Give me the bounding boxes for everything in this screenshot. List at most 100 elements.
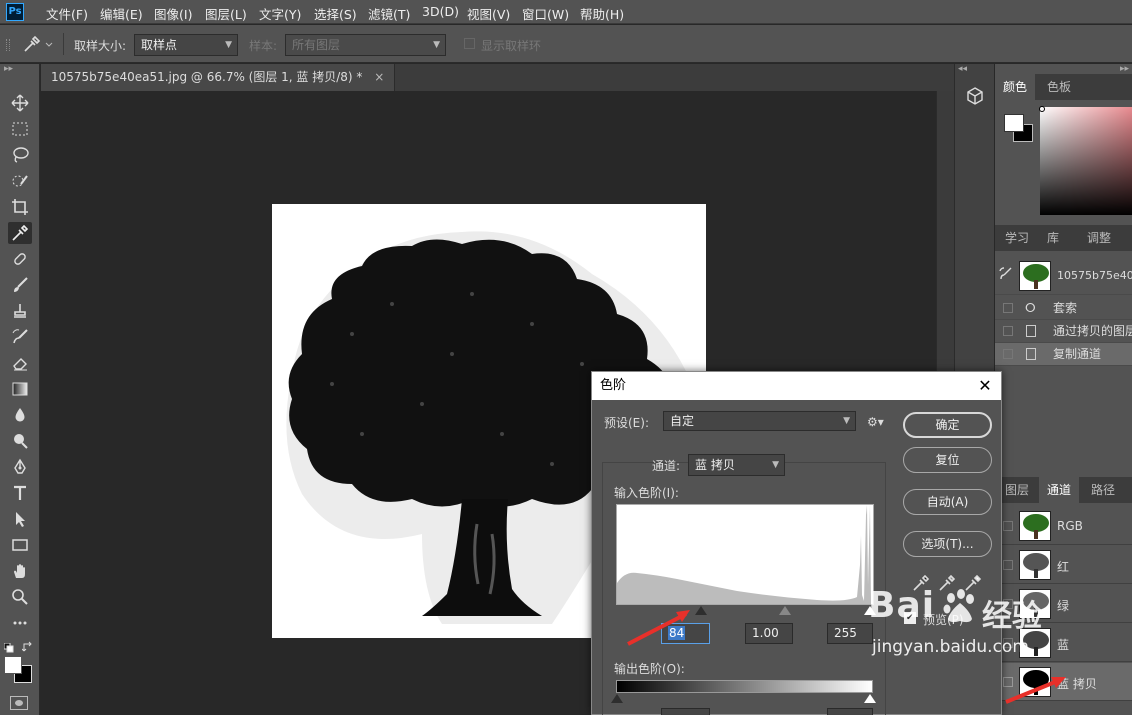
pen-tool-icon[interactable] bbox=[8, 456, 32, 478]
path-selection-tool-icon[interactable] bbox=[8, 508, 32, 530]
gear-icon[interactable]: ⚙▾ bbox=[867, 415, 885, 429]
type-tool-icon[interactable] bbox=[8, 482, 32, 504]
history-item[interactable]: ⵔ 套索 bbox=[995, 297, 1132, 320]
visibility-checkbox[interactable] bbox=[1003, 560, 1013, 570]
menu-select[interactable]: 选择(S) bbox=[314, 4, 357, 23]
visibility-checkbox[interactable] bbox=[1003, 599, 1013, 609]
zoom-tool-icon[interactable] bbox=[8, 586, 32, 608]
output-black-field[interactable] bbox=[661, 708, 710, 715]
menu-filter[interactable]: 滤镜(T) bbox=[368, 4, 410, 23]
document-tab[interactable]: 10575b75e40ea51.jpg @ 66.7% (图层 1, 蓝 拷贝/… bbox=[41, 64, 396, 91]
tab-libraries[interactable]: 库 bbox=[1039, 225, 1067, 251]
menu-type[interactable]: 文字(Y) bbox=[259, 4, 301, 23]
quick-mask-icon[interactable] bbox=[10, 696, 28, 710]
tool-preset-eyedropper-icon[interactable] bbox=[22, 34, 56, 54]
3d-cube-icon[interactable] bbox=[965, 86, 985, 106]
output-gradient-bar bbox=[616, 680, 873, 693]
options-button[interactable]: 选项(T)... bbox=[903, 531, 992, 557]
gamma-slider[interactable] bbox=[779, 606, 791, 615]
tab-color[interactable]: 颜色 bbox=[995, 74, 1036, 100]
channel-row-blue[interactable]: 蓝 bbox=[995, 624, 1132, 662]
menu-view[interactable]: 视图(V) bbox=[467, 4, 510, 23]
lasso-tool-icon[interactable] bbox=[8, 144, 32, 166]
menu-image[interactable]: 图像(I) bbox=[154, 4, 192, 23]
collapse-icon[interactable]: ◂◂ bbox=[958, 64, 967, 74]
tab-paths[interactable]: 路径 bbox=[1083, 477, 1123, 503]
color-picker-field[interactable] bbox=[1040, 107, 1132, 215]
healing-brush-tool-icon[interactable] bbox=[8, 248, 32, 270]
sample-select[interactable]: 所有图层 ▼ bbox=[285, 34, 446, 56]
eyedropper-tool-icon[interactable] bbox=[8, 222, 32, 244]
menu-3d[interactable]: 3D(D) bbox=[422, 4, 459, 19]
hand-tool-icon[interactable] bbox=[8, 560, 32, 582]
clone-stamp-tool-icon[interactable] bbox=[8, 300, 32, 322]
tab-layers[interactable]: 图层 bbox=[997, 477, 1037, 503]
black-eyedropper-icon[interactable] bbox=[912, 574, 930, 592]
collapse-icon[interactable]: ▸▸ bbox=[4, 64, 13, 74]
reset-button[interactable]: 复位 bbox=[903, 447, 992, 473]
input-white-field[interactable]: 255 bbox=[827, 623, 873, 644]
chevron-down-icon: ▼ bbox=[433, 40, 440, 50]
close-icon[interactable]: ✕ bbox=[975, 376, 995, 396]
tab-learn[interactable]: 学习 bbox=[997, 225, 1037, 251]
dodge-tool-icon[interactable] bbox=[8, 430, 32, 452]
white-eyedropper-icon[interactable] bbox=[964, 574, 982, 592]
auto-button[interactable]: 自动(A) bbox=[903, 489, 992, 515]
dialog-title: 色阶 bbox=[600, 378, 627, 393]
levels-dialog: 色阶 ✕ 预设(E): 自定 ▼ ⚙▾ 通道: 蓝 拷贝 ▼ 输入色阶(I): 84… bbox=[591, 371, 1002, 715]
blur-tool-icon[interactable] bbox=[8, 404, 32, 426]
swap-colors-icon[interactable] bbox=[21, 641, 34, 653]
snapshot-thumbnail bbox=[1019, 261, 1051, 291]
marquee-tool-icon[interactable] bbox=[8, 118, 32, 140]
visibility-checkbox[interactable] bbox=[1003, 638, 1013, 648]
channel-row-green[interactable]: 绿 bbox=[995, 585, 1132, 623]
ok-button[interactable]: 确定 bbox=[903, 412, 992, 438]
document-icon bbox=[1026, 348, 1036, 360]
history-checkbox[interactable] bbox=[1003, 349, 1013, 359]
show-ring-checkbox[interactable] bbox=[464, 38, 475, 49]
menu-window[interactable]: 窗口(W) bbox=[522, 4, 569, 23]
tab-swatches[interactable]: 色板 bbox=[1039, 74, 1079, 100]
default-colors-icon[interactable] bbox=[3, 642, 14, 653]
move-tool-icon[interactable] bbox=[8, 92, 32, 114]
collapse-icon[interactable]: ▸▸ bbox=[1120, 64, 1129, 74]
gradient-tool-icon[interactable] bbox=[8, 378, 32, 400]
quick-selection-tool-icon[interactable] bbox=[8, 170, 32, 192]
white-point-slider[interactable] bbox=[864, 606, 876, 615]
history-item-label: 套索 bbox=[1053, 301, 1078, 315]
history-snapshot[interactable]: 10575b75e40e bbox=[995, 257, 1132, 295]
input-gamma-field[interactable]: 1.00 bbox=[745, 623, 793, 644]
eraser-tool-icon[interactable] bbox=[8, 352, 32, 374]
gray-eyedropper-icon[interactable] bbox=[938, 574, 956, 592]
output-white-field[interactable] bbox=[827, 708, 873, 715]
close-tab-icon[interactable]: × bbox=[374, 70, 384, 84]
tab-adjustments[interactable]: 调整 bbox=[1079, 225, 1119, 251]
crop-tool-icon[interactable] bbox=[8, 196, 32, 218]
preset-select[interactable]: 自定 ▼ bbox=[663, 411, 856, 431]
brush-tool-icon[interactable] bbox=[8, 274, 32, 296]
output-white-slider[interactable] bbox=[864, 694, 876, 703]
channel-name: 绿 bbox=[1057, 599, 1070, 613]
output-black-slider[interactable] bbox=[611, 694, 623, 703]
rectangle-tool-icon[interactable] bbox=[8, 534, 32, 556]
preview-checkbox[interactable]: ✔ bbox=[904, 612, 916, 624]
menu-edit[interactable]: 编辑(E) bbox=[100, 4, 143, 23]
history-checkbox[interactable] bbox=[1003, 326, 1013, 336]
visibility-checkbox[interactable] bbox=[1003, 521, 1013, 531]
channel-select[interactable]: 蓝 拷贝 ▼ bbox=[688, 454, 785, 476]
channel-row-red[interactable]: 红 bbox=[995, 546, 1132, 584]
history-brush-tool-icon[interactable] bbox=[8, 326, 32, 348]
channel-row-rgb[interactable]: RGB bbox=[995, 507, 1132, 545]
foreground-color-swatch[interactable] bbox=[4, 656, 22, 674]
history-item-active[interactable]: 复制通道 bbox=[995, 343, 1132, 366]
sample-size-select[interactable]: 取样点 ▼ bbox=[134, 34, 238, 56]
history-item[interactable]: 通过拷贝的图层 bbox=[995, 320, 1132, 343]
tab-channels[interactable]: 通道 bbox=[1039, 477, 1080, 503]
history-checkbox[interactable] bbox=[1003, 303, 1013, 313]
foreground-color-chip[interactable] bbox=[1004, 114, 1024, 132]
menu-file[interactable]: 文件(F) bbox=[46, 4, 88, 23]
color-picker-cursor[interactable] bbox=[1039, 106, 1045, 112]
more-tools-icon[interactable] bbox=[8, 612, 32, 634]
menu-layer[interactable]: 图层(L) bbox=[205, 4, 247, 23]
menu-help[interactable]: 帮助(H) bbox=[580, 4, 624, 23]
